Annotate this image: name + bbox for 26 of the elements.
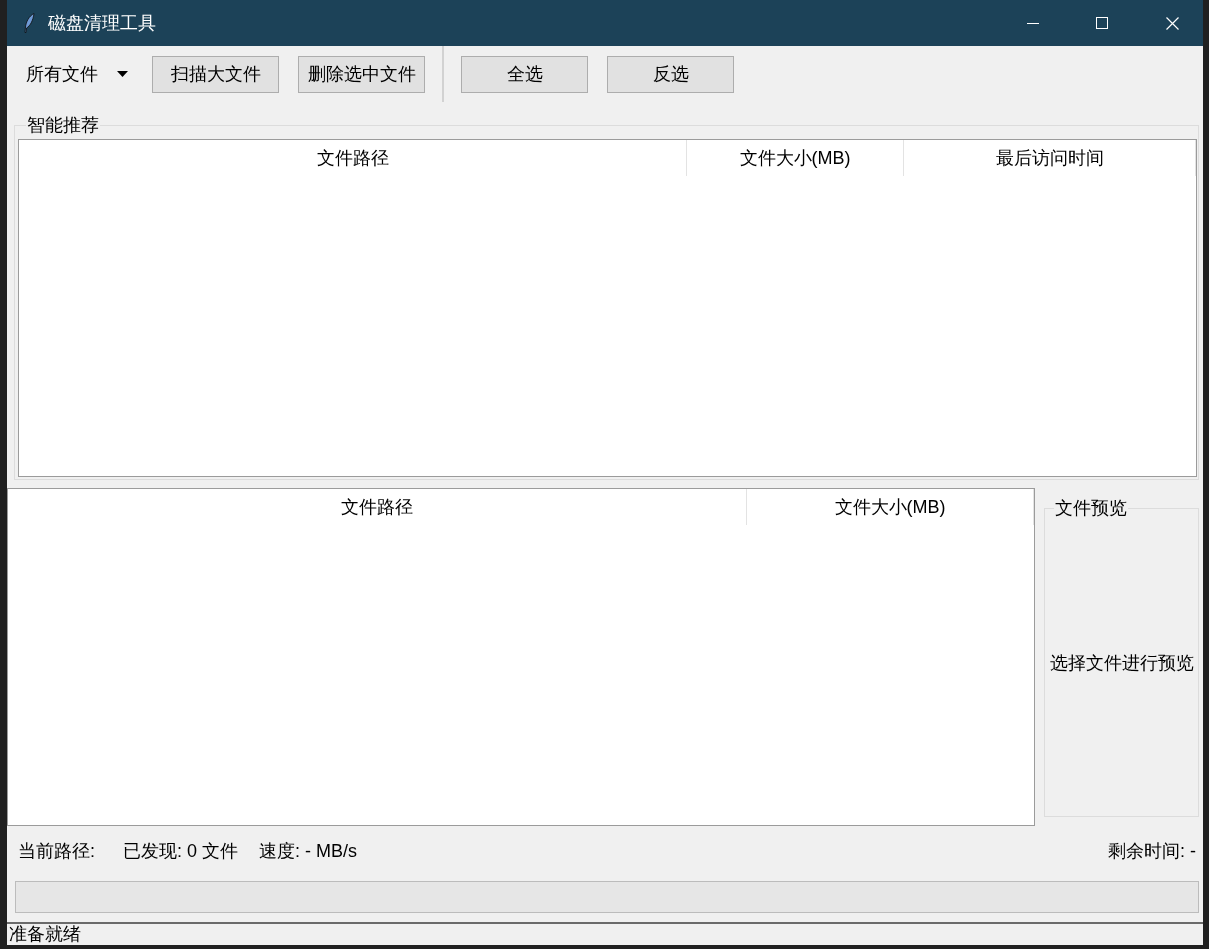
selection-button[interactable]: 全选	[461, 55, 588, 93]
column-header[interactable]: 文件大小(MB)	[747, 489, 1034, 525]
action-button[interactable]: 删除选中文件	[298, 55, 425, 93]
close-icon[interactable]	[1166, 16, 1179, 30]
window-title: 磁盘清理工具	[48, 12, 156, 34]
column-header[interactable]: 文件大小(MB)	[687, 140, 904, 176]
group-title: 智能推荐	[26, 116, 100, 134]
remaining-time: 剩余时间: -	[1108, 841, 1196, 861]
action-button[interactable]: 扫描大文件	[152, 55, 279, 93]
recommendation-table[interactable]: 文件路径 文件大小(MB) 最后访问时间	[18, 139, 1197, 477]
current-path-label: 当前路径:	[18, 841, 95, 861]
found-count: 已发现: 0 文件	[123, 841, 239, 861]
feather-icon	[24, 13, 35, 33]
status-bar: 准备就绪	[7, 922, 1203, 945]
filter-dropdown[interactable]: 所有文件	[26, 63, 128, 85]
file-table[interactable]: 文件路径 文件大小(MB)	[7, 488, 1035, 826]
group-title: 文件预览	[1054, 499, 1128, 517]
column-header[interactable]: 文件路径	[8, 489, 747, 525]
selection-button[interactable]: 反选	[607, 55, 734, 93]
caret-icon	[117, 71, 128, 77]
speed-reading: 速度: - MB/s	[259, 841, 358, 861]
maximize-icon[interactable]	[1096, 17, 1108, 29]
minimize-icon[interactable]	[1027, 22, 1039, 24]
preview-hint: 选择文件进行预览	[1049, 651, 1194, 675]
column-header[interactable]: 文件路径	[19, 140, 687, 176]
column-header[interactable]: 最后访问时间	[904, 140, 1196, 176]
